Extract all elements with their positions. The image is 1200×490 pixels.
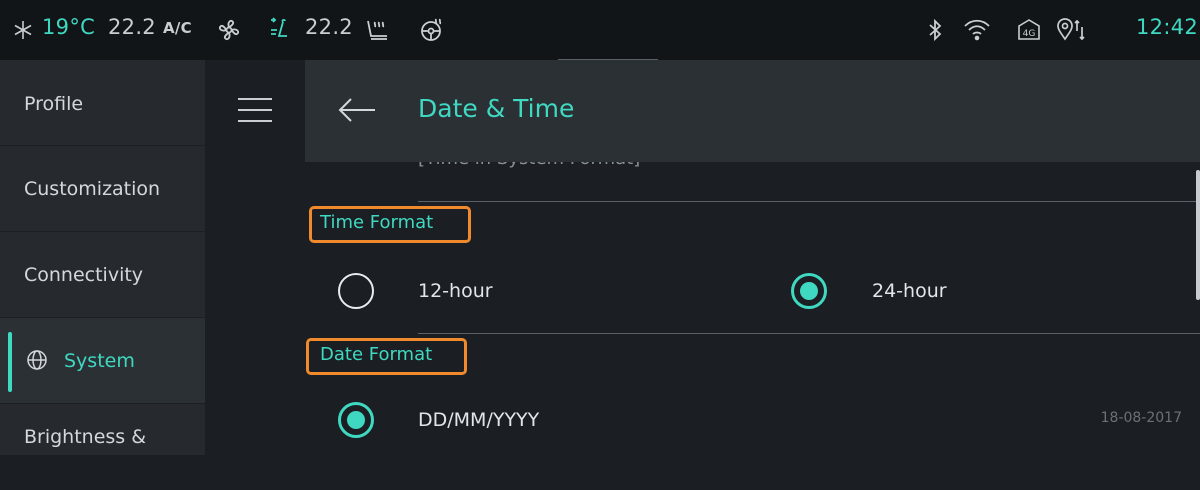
sidebar-item-label: System <box>64 350 135 372</box>
sidebar-item-label: Customization <box>24 178 161 200</box>
location-icon <box>1054 13 1088 47</box>
sidebar-item-label: Profile <box>24 93 84 115</box>
ac-label[interactable]: A/C <box>163 19 192 37</box>
sidebar-item-system[interactable]: System <box>0 318 205 404</box>
option-12-hour-label: 12-hour <box>418 280 493 302</box>
bluetooth-icon <box>918 13 952 47</box>
date-format-heading: Date Format <box>320 344 433 365</box>
radio-24-hour[interactable] <box>791 273 827 309</box>
fan-icon[interactable] <box>212 13 246 47</box>
svg-text:4G: 4G <box>1023 29 1036 39</box>
date-preview: 18-08-2017 <box>1100 410 1182 426</box>
sidebar-item-customization[interactable]: Customization <box>0 146 205 232</box>
sidebar-item-brightness-display[interactable]: Brightness & <box>0 404 205 490</box>
page-title: Date & Time <box>418 94 575 123</box>
back-arrow-icon[interactable] <box>337 97 377 123</box>
seat-airflow-icon[interactable] <box>262 13 296 47</box>
fan-setting-readout[interactable]: 22.2 <box>108 15 156 39</box>
wifi-icon <box>960 13 994 47</box>
active-indicator <box>8 332 12 392</box>
divider <box>418 201 1200 202</box>
clock: 12:42 <box>1136 15 1199 39</box>
time-format-heading: Time Format <box>320 212 434 233</box>
settings-sidebar: Profile Customization Connectivity Syste… <box>0 60 205 455</box>
sidebar-item-profile[interactable]: Profile <box>0 60 205 146</box>
divider <box>418 333 1200 334</box>
sidebar-item-label: Connectivity <box>24 264 144 286</box>
option-24-hour-label: 24-hour <box>872 280 947 302</box>
snowflake-icon <box>6 13 40 47</box>
seat-heat-icon[interactable] <box>360 13 394 47</box>
radio-12-hour[interactable] <box>338 273 374 309</box>
radio-dd-mm-yyyy[interactable] <box>338 402 374 438</box>
sidebar-item-connectivity[interactable]: Connectivity <box>0 232 205 318</box>
4g-icon: 4G <box>1012 13 1046 47</box>
menu-icon[interactable] <box>238 97 272 123</box>
seat-setting-readout[interactable]: 22.2 <box>305 15 353 39</box>
sidebar-item-label: Brightness & <box>24 426 147 448</box>
scrollbar[interactable] <box>1196 170 1200 300</box>
globe-icon <box>27 350 47 370</box>
status-bar: 19°C 22.2 A/C 22.2 4G 12:42 <box>0 0 1200 60</box>
option-dd-mm-yyyy-label: DD/MM/YYYY <box>418 409 540 431</box>
steering-heat-icon[interactable] <box>415 13 449 47</box>
temperature-readout[interactable]: 19°C <box>42 15 95 39</box>
